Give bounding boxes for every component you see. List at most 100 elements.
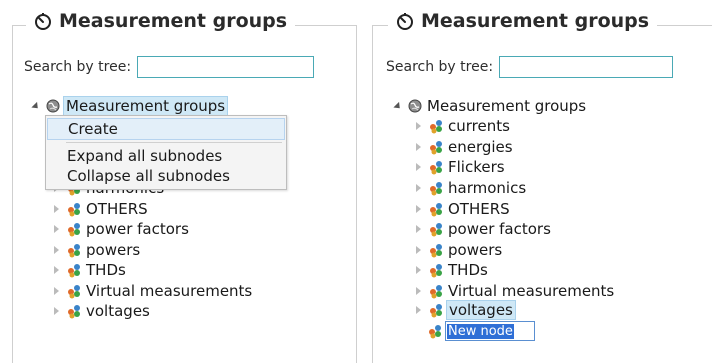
group-icon <box>430 223 442 237</box>
tree-item-label[interactable]: power factors <box>84 220 191 238</box>
expand-toggle-icon[interactable] <box>416 306 421 314</box>
tree-root-label[interactable]: Measurement groups <box>63 96 229 116</box>
expand-toggle-icon[interactable] <box>54 307 59 315</box>
globe-icon <box>46 99 60 113</box>
menu-separator <box>66 142 282 143</box>
group-icon <box>430 264 442 278</box>
expand-toggle-icon[interactable] <box>54 246 59 254</box>
expand-toggle-icon[interactable] <box>393 101 403 111</box>
tree-root[interactable]: Measurement groups <box>393 96 588 116</box>
expand-toggle-icon[interactable] <box>416 122 421 130</box>
search-label: Search by tree: <box>386 59 494 75</box>
group-icon <box>68 244 80 258</box>
tree-item-label[interactable]: power factors <box>446 220 553 238</box>
group-icon <box>430 182 442 196</box>
group-icon <box>429 325 441 339</box>
group-icon <box>68 223 80 237</box>
tree-item[interactable]: energies <box>416 137 515 157</box>
tree-item-label[interactable]: OTHERS <box>84 200 150 218</box>
expand-toggle-icon[interactable] <box>54 266 59 274</box>
group-icon <box>430 120 442 134</box>
panel-title-text: Measurement groups <box>59 10 288 32</box>
tree-item-label[interactable]: voltages <box>446 300 516 320</box>
tree-item[interactable]: powers <box>416 240 504 260</box>
tree-item[interactable]: Virtual measurements <box>54 281 254 301</box>
tree-item-label[interactable]: powers <box>84 241 142 259</box>
tree-item[interactable]: harmonics <box>416 178 528 198</box>
tree-item-label[interactable]: powers <box>446 241 504 259</box>
search-row: Search by tree: <box>24 56 315 78</box>
tree-root-label[interactable]: Measurement groups <box>425 97 588 115</box>
group-icon <box>68 203 80 217</box>
timer-icon <box>397 12 413 30</box>
group-icon <box>430 244 442 258</box>
tree-item-label[interactable]: voltages <box>84 302 152 320</box>
menu-item-collapse-all[interactable]: Collapse all subnodes <box>47 166 285 186</box>
search-label: Search by tree: <box>24 59 132 75</box>
tree-root[interactable]: Measurement groups <box>31 96 229 116</box>
context-menu: Create Expand all subnodes Collapse all … <box>45 115 287 190</box>
tree-item[interactable]: Flickers <box>416 157 507 177</box>
tree-item-label[interactable]: Virtual measurements <box>84 282 254 300</box>
tree-item[interactable]: powers <box>54 240 142 260</box>
tree-item[interactable]: THDs <box>416 260 490 280</box>
tree-item-label[interactable]: energies <box>446 138 515 156</box>
new-node-text[interactable]: New node <box>447 323 514 339</box>
tree-item-label[interactable]: Virtual measurements <box>446 282 616 300</box>
group-icon <box>68 285 80 299</box>
expand-toggle-icon[interactable] <box>31 101 41 111</box>
expand-toggle-icon[interactable] <box>416 143 421 151</box>
tree-item[interactable]: power factors <box>416 219 553 239</box>
search-input[interactable] <box>499 56 674 78</box>
menu-item-label: Collapse all subnodes <box>67 167 230 185</box>
expand-toggle-icon[interactable] <box>416 225 421 233</box>
search-row: Search by tree: <box>386 56 674 78</box>
expand-toggle-icon[interactable] <box>416 266 421 274</box>
group-icon <box>68 264 80 278</box>
tree-item-label[interactable]: Flickers <box>446 158 507 176</box>
panel-title-text: Measurement groups <box>421 10 650 32</box>
group-icon <box>68 305 80 319</box>
timer-icon <box>35 12 51 30</box>
group-icon <box>430 161 442 175</box>
tree-item-label[interactable]: OTHERS <box>446 200 512 218</box>
tree-item-new[interactable]: New node <box>428 321 535 341</box>
tree-item[interactable]: voltages <box>54 301 152 321</box>
expand-toggle-icon[interactable] <box>416 205 421 213</box>
search-input[interactable] <box>137 56 315 78</box>
expand-toggle-icon[interactable] <box>416 287 421 295</box>
menu-item-label: Create <box>68 120 118 138</box>
menu-item-create[interactable]: Create <box>47 118 285 140</box>
tree-item-label[interactable]: harmonics <box>446 179 528 197</box>
new-node-edit-field[interactable]: New node <box>445 321 535 341</box>
frame-border <box>12 25 13 363</box>
expand-toggle-icon[interactable] <box>54 287 59 295</box>
expand-toggle-icon[interactable] <box>54 205 59 213</box>
tree-item[interactable]: OTHERS <box>54 199 150 219</box>
expand-toggle-icon[interactable] <box>54 225 59 233</box>
panel-title: Measurement groups <box>26 10 296 32</box>
tree-item-label[interactable]: THDs <box>84 261 128 279</box>
tree-item[interactable]: voltages <box>416 300 516 320</box>
tree-item[interactable]: power factors <box>54 219 191 239</box>
globe-icon <box>408 99 422 113</box>
group-icon <box>430 203 442 217</box>
tree-item[interactable]: OTHERS <box>416 199 512 219</box>
expand-toggle-icon[interactable] <box>416 184 421 192</box>
group-icon <box>430 304 442 318</box>
tree-item[interactable]: THDs <box>54 260 128 280</box>
tree-item-label[interactable]: currents <box>446 117 512 135</box>
tree-item-label[interactable]: THDs <box>446 261 490 279</box>
tree-item[interactable]: Virtual measurements <box>416 281 616 301</box>
menu-item-expand-all[interactable]: Expand all subnodes <box>47 146 285 166</box>
right-panel: Measurement groups Search by tree: Measu… <box>362 0 712 363</box>
panel-title: Measurement groups <box>388 10 658 32</box>
tree-item[interactable]: currents <box>416 116 512 136</box>
menu-item-label: Expand all subnodes <box>67 147 223 165</box>
expand-toggle-icon[interactable] <box>416 163 421 171</box>
expand-toggle-icon[interactable] <box>416 246 421 254</box>
frame-border <box>356 25 357 363</box>
left-panel: Measurement groups Search by tree: Measu… <box>0 0 357 363</box>
group-icon <box>430 141 442 155</box>
frame-border <box>372 25 373 363</box>
